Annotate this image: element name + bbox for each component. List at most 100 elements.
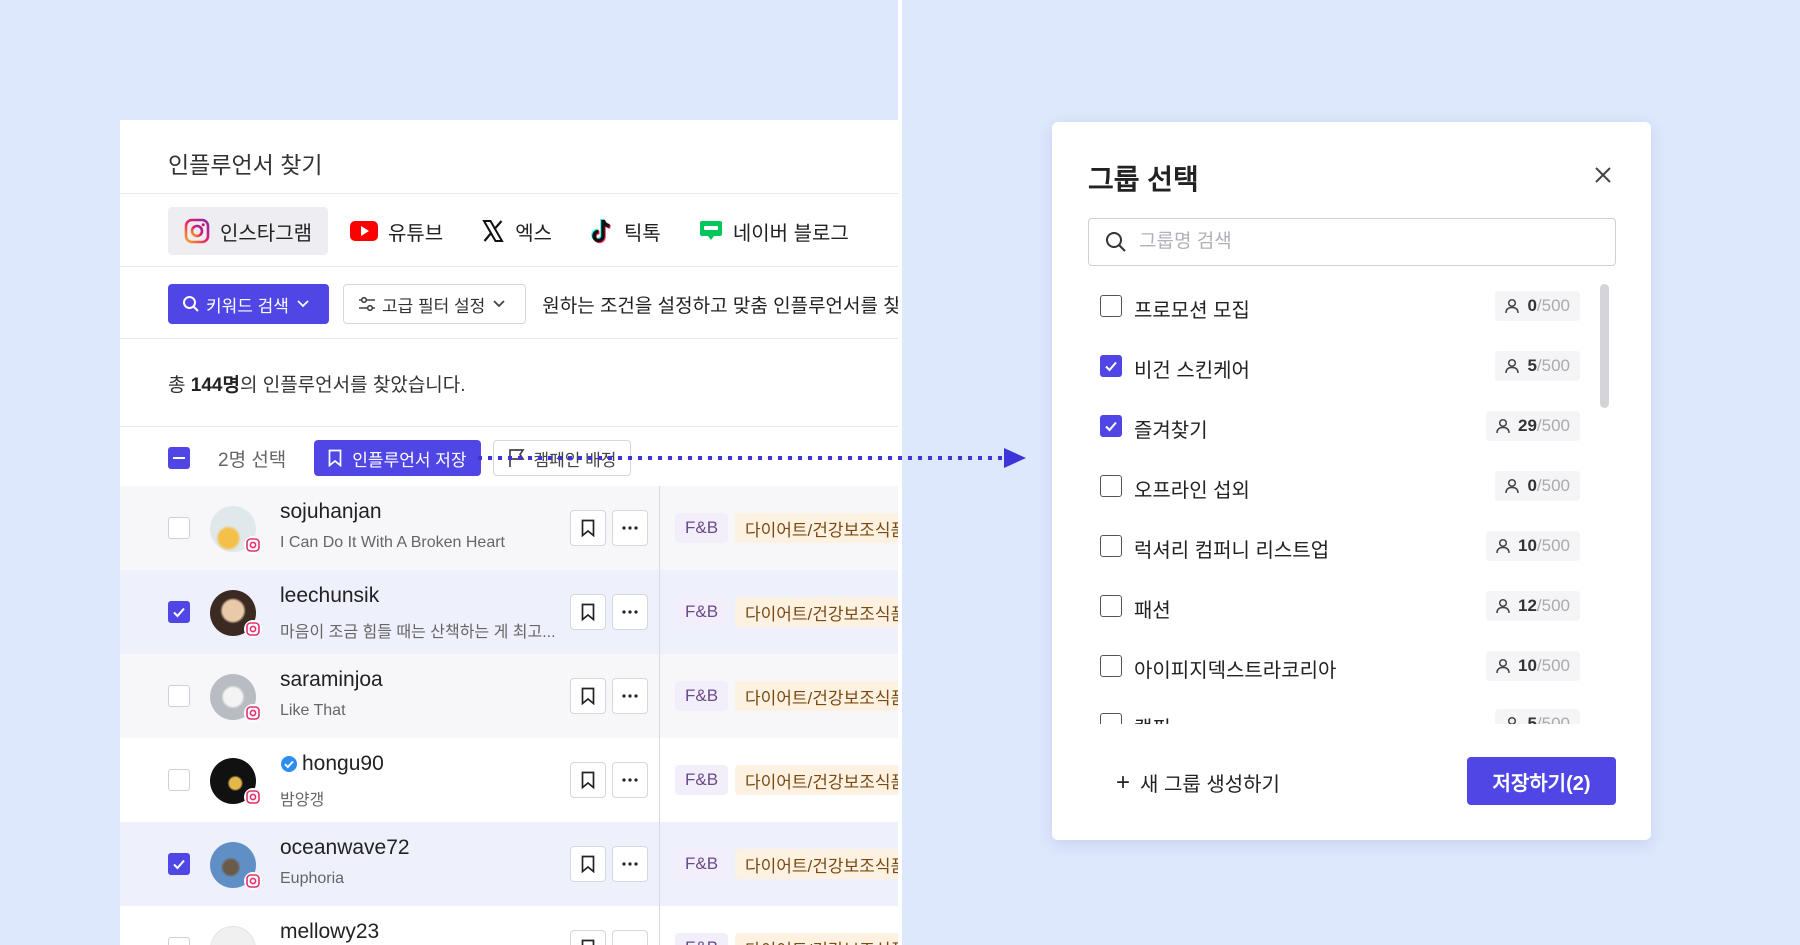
bio: I Can Do It With A Broken Heart bbox=[280, 534, 505, 551]
tab-x[interactable]: 엑스 bbox=[465, 207, 568, 255]
scrollbar-thumb[interactable] bbox=[1600, 284, 1609, 408]
search-icon bbox=[183, 296, 199, 312]
member-count-badge: 10/500 bbox=[1485, 651, 1580, 681]
row-checkbox[interactable] bbox=[168, 517, 190, 539]
group-name: 캠핑 bbox=[1134, 712, 1171, 724]
more-button[interactable] bbox=[612, 510, 648, 546]
keyword-search-button[interactable]: 키워드 검색 bbox=[168, 284, 329, 324]
group-search-field bbox=[1088, 218, 1616, 266]
new-group-button[interactable]: + 새 그룹 생성하기 bbox=[1116, 768, 1280, 797]
group-name: 프로모션 모집 bbox=[1134, 300, 1250, 322]
member-count: 0 bbox=[1527, 296, 1537, 315]
selected-count: 2명 선택 bbox=[218, 449, 287, 471]
check-icon bbox=[1105, 421, 1117, 432]
advanced-filter-label: 고급 필터 설정 bbox=[381, 296, 486, 316]
list-item[interactable]: 비건 스킨케어 5/500 bbox=[1088, 344, 1590, 388]
instagram-icon bbox=[244, 788, 262, 806]
table-row[interactable]: mellowy23 F&B 다이어트/건강보조식품 bbox=[120, 906, 898, 945]
group-checkbox[interactable] bbox=[1100, 655, 1122, 677]
category-tag: F&B bbox=[675, 513, 729, 543]
member-count-badge: 5/500 bbox=[1495, 709, 1580, 724]
category-tag: F&B bbox=[675, 681, 729, 711]
row-checkbox[interactable] bbox=[168, 853, 190, 875]
tiktok-icon bbox=[591, 218, 611, 244]
row-checkbox[interactable] bbox=[168, 685, 190, 707]
tab-label: 네이버 블로그 bbox=[732, 222, 849, 245]
user-icon bbox=[1496, 598, 1510, 614]
username-text: mellowy23 bbox=[280, 920, 380, 943]
list-item[interactable]: 캠핑 5/500 bbox=[1088, 702, 1590, 724]
column-divider bbox=[659, 822, 660, 906]
list-item[interactable]: 오프라인 섭외 0/500 bbox=[1088, 464, 1590, 508]
row-checkbox[interactable] bbox=[168, 769, 190, 791]
group-list: 프로모션 모집 0/500 비건 스킨케어 5/500 즐겨찾기 29/500 bbox=[1088, 284, 1590, 724]
bookmark-button[interactable] bbox=[570, 930, 606, 945]
result-number: 144명 bbox=[190, 375, 240, 396]
subcategory-tag: 다이어트/건강보조식품 bbox=[735, 597, 898, 627]
more-button[interactable] bbox=[612, 846, 648, 882]
more-button[interactable] bbox=[612, 762, 648, 798]
group-checkbox[interactable] bbox=[1100, 295, 1122, 317]
list-item[interactable]: 패션 12/500 bbox=[1088, 584, 1590, 628]
bookmark-button[interactable] bbox=[570, 846, 606, 882]
bookmark-button[interactable] bbox=[570, 510, 606, 546]
group-checkbox[interactable] bbox=[1100, 713, 1122, 724]
member-count-badge: 12/500 bbox=[1485, 591, 1580, 621]
more-button[interactable] bbox=[612, 594, 648, 630]
table-row[interactable]: sojuhanjan I Can Do It With A Broken Hea… bbox=[120, 486, 898, 570]
more-button[interactable] bbox=[612, 930, 648, 945]
bookmark-button[interactable] bbox=[570, 594, 606, 630]
bookmark-icon bbox=[581, 603, 595, 621]
save-button[interactable]: 저장하기(2) bbox=[1467, 757, 1616, 805]
advanced-filter-button[interactable]: 고급 필터 설정 bbox=[342, 284, 527, 324]
result-suffix: 의 인플루언서를 찾았습니다. bbox=[239, 375, 466, 396]
list-item[interactable]: 아이피지덱스트라코리아 10/500 bbox=[1088, 644, 1590, 688]
username: mellowy23 bbox=[280, 920, 379, 944]
member-count: 10 bbox=[1517, 536, 1537, 555]
keyword-search-label: 키워드 검색 bbox=[206, 296, 289, 316]
close-button[interactable] bbox=[1590, 162, 1616, 188]
username-text: sojuhanjan bbox=[280, 500, 382, 523]
group-checkbox[interactable] bbox=[1100, 475, 1122, 497]
member-max: /500 bbox=[1536, 476, 1570, 495]
table-row[interactable]: hongu90 밤양갱 F&B 다이어트/건강보조식품 bbox=[120, 738, 898, 822]
filter-bar: 키워드 검색 고급 필터 설정 원하는 조건을 설정하고 맞춤 인플루언서를 찾 bbox=[168, 284, 898, 324]
divider bbox=[120, 193, 898, 194]
row-checkbox[interactable] bbox=[168, 601, 190, 623]
list-item[interactable]: 즐겨찾기 29/500 bbox=[1088, 404, 1590, 448]
group-checkbox[interactable] bbox=[1100, 595, 1122, 617]
bookmark-icon bbox=[581, 519, 595, 537]
tab-naver-blog[interactable]: 네이버 블로그 bbox=[683, 207, 865, 255]
row-checkbox[interactable] bbox=[168, 937, 190, 945]
bookmark-button[interactable] bbox=[570, 762, 606, 798]
group-checkbox[interactable] bbox=[1100, 415, 1122, 437]
divider bbox=[120, 426, 898, 427]
bookmark-button[interactable] bbox=[570, 678, 606, 714]
table-row[interactable]: saraminjoa Like That F&B 다이어트/건강보조식품 bbox=[120, 654, 898, 738]
group-search-input[interactable] bbox=[1139, 231, 1579, 253]
group-checkbox[interactable] bbox=[1100, 355, 1122, 377]
username: saraminjoa bbox=[280, 668, 383, 692]
group-checkbox[interactable] bbox=[1100, 535, 1122, 557]
list-item[interactable]: 럭셔리 컴퍼니 리스트업 10/500 bbox=[1088, 524, 1590, 568]
tab-instagram[interactable]: 인스타그램 bbox=[168, 207, 328, 255]
table-row[interactable]: oceanwave72 Euphoria F&B 다이어트/건강보조식품 bbox=[120, 822, 898, 906]
more-button[interactable] bbox=[612, 678, 648, 714]
instagram-icon bbox=[244, 872, 262, 890]
table-row[interactable]: leechunsik 마음이 조금 힘들 때는 산책하는 게 최고... F&B… bbox=[120, 570, 898, 654]
member-count-badge: 5/500 bbox=[1495, 351, 1580, 381]
tab-tiktok[interactable]: 틱톡 bbox=[574, 207, 677, 255]
group-name: 럭셔리 컴퍼니 리스트업 bbox=[1134, 540, 1330, 562]
filter-hint: 원하는 조건을 설정하고 맞춤 인플루언서를 찾 bbox=[542, 295, 898, 317]
tab-youtube[interactable]: 유튜브 bbox=[334, 207, 459, 255]
more-icon bbox=[622, 862, 638, 866]
username-text: leechunsik bbox=[280, 584, 380, 607]
user-icon bbox=[1505, 358, 1520, 374]
select-all-checkbox[interactable] bbox=[168, 447, 190, 469]
column-divider bbox=[659, 906, 660, 945]
member-max: /500 bbox=[1536, 536, 1570, 555]
list-item[interactable]: 프로모션 모집 0/500 bbox=[1088, 284, 1590, 328]
save-influencer-button[interactable]: 인플루언서 저장 bbox=[314, 440, 481, 476]
member-count: 12 bbox=[1517, 596, 1537, 615]
member-count: 10 bbox=[1517, 656, 1537, 675]
